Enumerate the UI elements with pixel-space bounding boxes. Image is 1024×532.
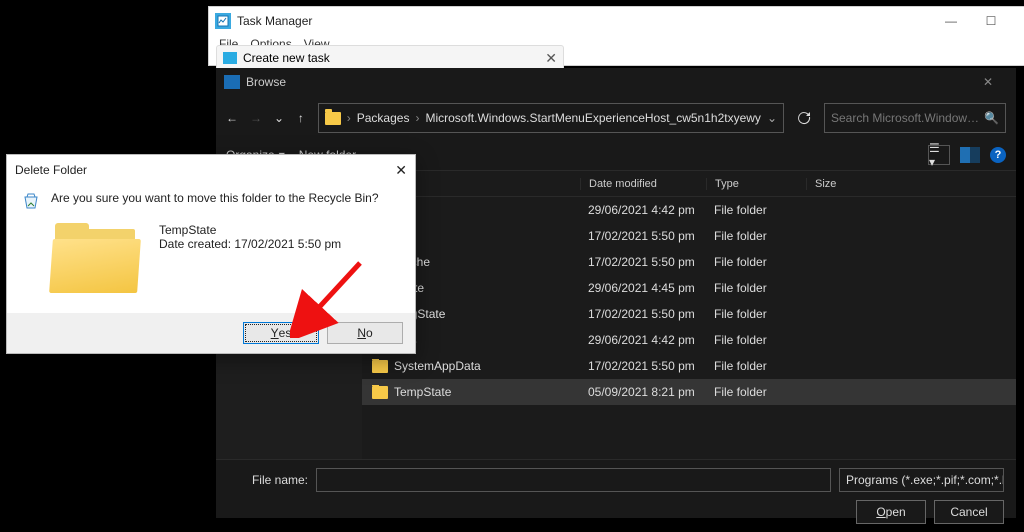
column-headers: Name Date modified Type Size (362, 171, 1016, 197)
filename-label: File name: (228, 473, 308, 487)
task-manager-title-bar[interactable]: Task Manager — ☐ ✕ (209, 7, 1024, 35)
create-new-task-label: Create new task (243, 51, 330, 65)
filename-input[interactable] (316, 468, 831, 492)
nav-recent-button[interactable]: ⌄ (274, 107, 284, 129)
breadcrumb-current[interactable]: Microsoft.Windows.StartMenuExperienceHos… (425, 111, 760, 125)
run-icon (223, 52, 237, 64)
file-list: Name Date modified Type Size 29/06/2021 … (362, 171, 1016, 459)
browse-nav-toolbar: ← → ⌄ ↑ › Packages › Microsoft.Windows.S… (216, 96, 1016, 140)
chevron-right-icon[interactable]: › (347, 111, 351, 125)
file-row[interactable]: ...ache 17/02/2021 5:50 pm File folder (362, 249, 1016, 275)
search-placeholder: Search Microsoft.Windows.... (831, 111, 980, 125)
tab-close-icon[interactable]: ✕ (545, 50, 557, 67)
refresh-button[interactable] (796, 105, 812, 131)
browse-title: Browse (246, 75, 286, 89)
task-manager-title: Task Manager (237, 14, 312, 28)
folder-icon (372, 386, 388, 399)
nav-forward-button[interactable]: → (250, 107, 262, 129)
preview-pane-button[interactable] (960, 147, 980, 163)
dialog-message: Are you sure you want to move this folde… (51, 191, 379, 211)
browse-title-bar[interactable]: Browse ✕ (216, 68, 1016, 96)
folder-icon (372, 360, 388, 373)
browse-footer: File name: Programs (*.exe;*.pif;*.com;*… (216, 460, 1016, 532)
nav-up-button[interactable]: ↑ (296, 107, 306, 129)
dialog-item-name: TempState (159, 223, 341, 237)
address-bar[interactable]: › Packages › Microsoft.Windows.StartMenu… (318, 103, 784, 133)
folder-icon (325, 112, 341, 125)
dialog-footer: Yes No (7, 313, 415, 353)
recycle-bin-icon (21, 191, 41, 211)
file-row[interactable]: 29/06/2021 4:42 pm File folder (362, 197, 1016, 223)
address-dropdown-icon[interactable]: ⌄ (767, 111, 777, 125)
file-row-tempstate[interactable]: TempState 05/09/2021 8:21 pm File folder (362, 379, 1016, 405)
open-button[interactable]: Open (856, 500, 926, 524)
minimize-button[interactable]: — (931, 9, 971, 33)
dialog-close-button[interactable]: ✕ (395, 162, 407, 179)
no-button[interactable]: No (327, 322, 403, 344)
dialog-item-meta: Date created: 17/02/2021 5:50 pm (159, 237, 341, 251)
browse-icon (224, 75, 240, 89)
help-button[interactable]: ? (990, 147, 1006, 163)
view-options-button[interactable]: ☰ ▾ (928, 145, 950, 165)
search-input[interactable]: Search Microsoft.Windows.... 🔍 (824, 103, 1006, 133)
breadcrumb-packages[interactable]: Packages (357, 111, 410, 125)
column-size[interactable]: Size (806, 178, 876, 190)
column-date[interactable]: Date modified (580, 178, 706, 190)
large-folder-icon (51, 223, 143, 295)
delete-folder-dialog: Delete Folder ✕ Are you sure you want to… (6, 154, 416, 354)
task-manager-icon (215, 13, 231, 29)
file-row[interactable]: ...tate 29/06/2021 4:45 pm File folder (362, 275, 1016, 301)
filetype-select[interactable]: Programs (*.exe;*.pif;*.com;*.bat (839, 468, 1004, 492)
file-row[interactable]: ...ngState 17/02/2021 5:50 pm File folde… (362, 301, 1016, 327)
maximize-button[interactable]: ☐ (971, 9, 1011, 33)
yes-button[interactable]: Yes (243, 322, 319, 344)
file-row[interactable]: ...ta 17/02/2021 5:50 pm File folder (362, 223, 1016, 249)
column-type[interactable]: Type (706, 178, 806, 190)
cancel-button[interactable]: Cancel (934, 500, 1004, 524)
browse-close-button[interactable]: ✕ (968, 70, 1008, 94)
nav-back-button[interactable]: ← (226, 107, 238, 129)
dialog-title-bar[interactable]: Delete Folder ✕ (7, 155, 415, 185)
chevron-right-icon[interactable]: › (415, 111, 419, 125)
close-button[interactable]: ✕ (1011, 9, 1024, 33)
file-row[interactable]: ...gs 29/06/2021 4:42 pm File folder (362, 327, 1016, 353)
dialog-title: Delete Folder (15, 163, 87, 177)
search-icon: 🔍 (984, 111, 999, 125)
file-row[interactable]: SystemAppData 17/02/2021 5:50 pm File fo… (362, 353, 1016, 379)
